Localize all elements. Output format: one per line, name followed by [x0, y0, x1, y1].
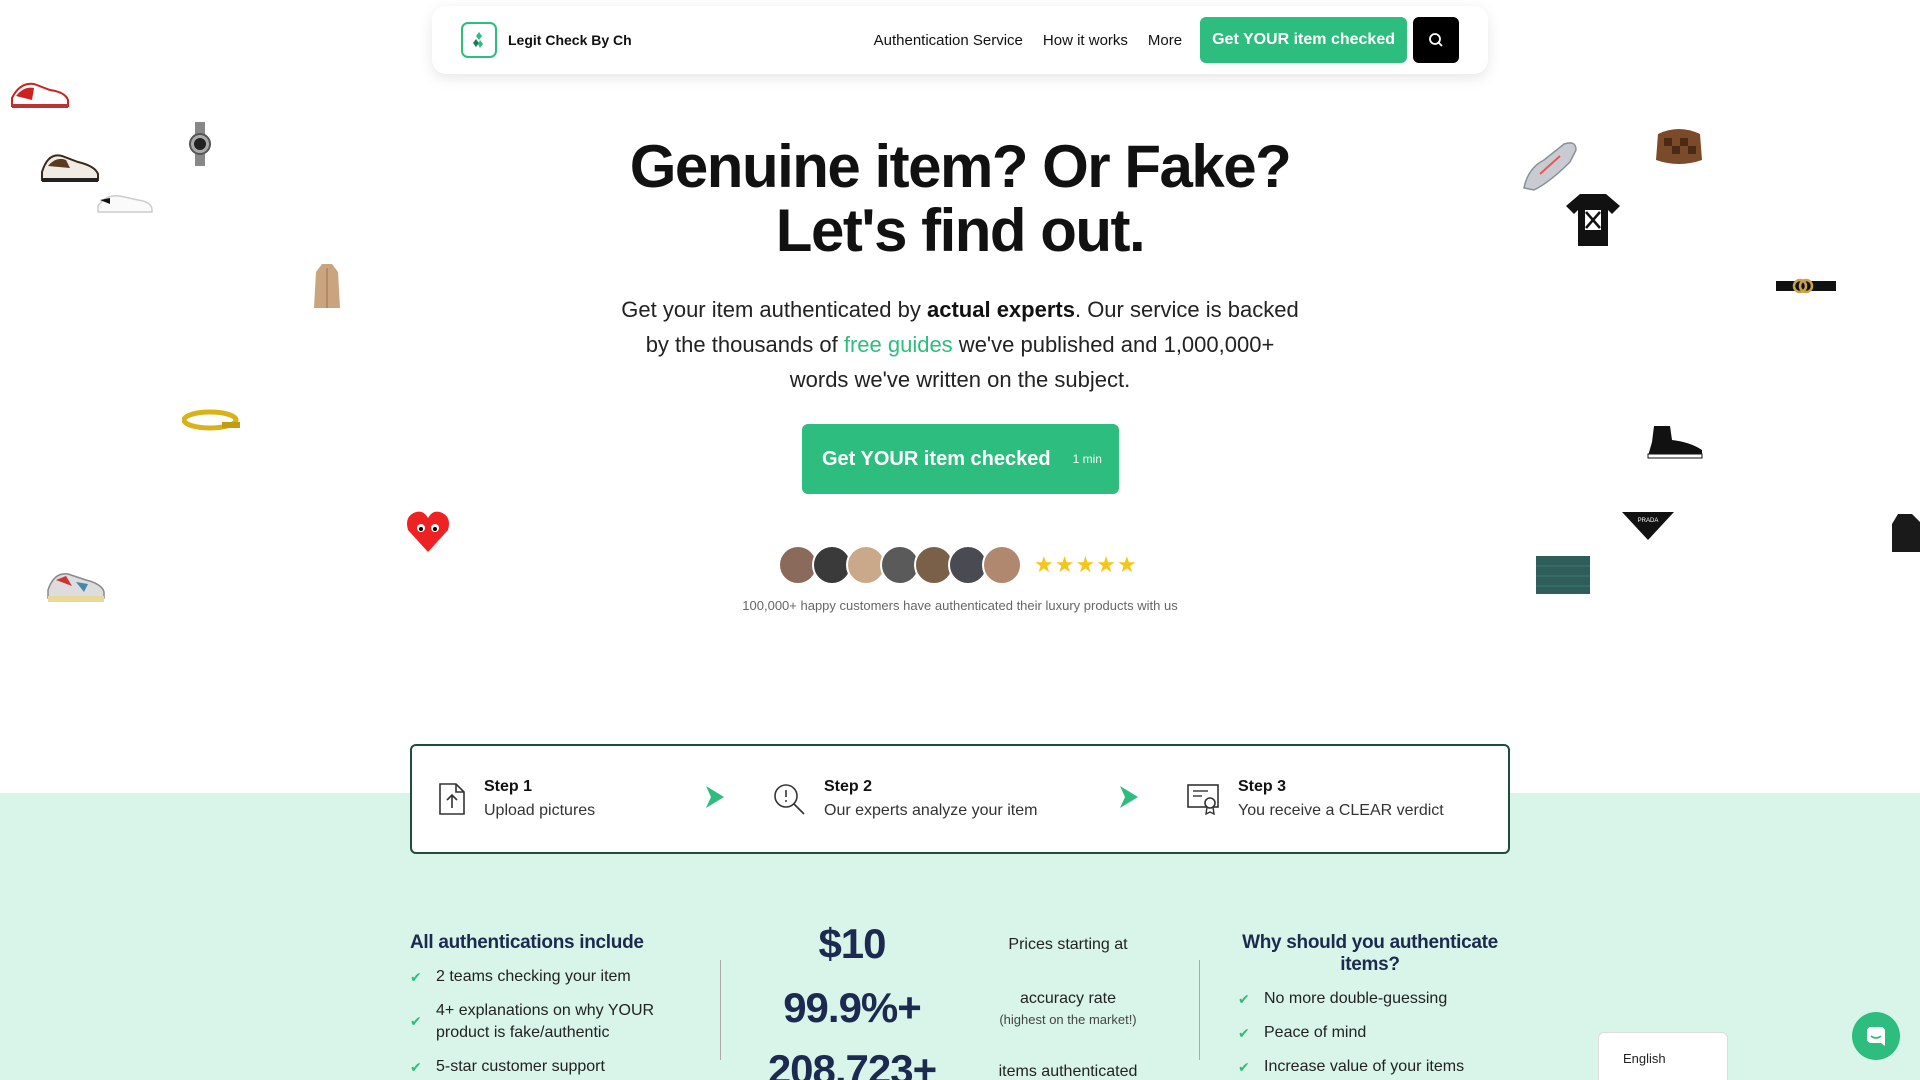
star-icon: ★ — [1075, 552, 1096, 577]
steps-box: Step 1 Upload pictures Step 2 Our expert… — [410, 744, 1510, 854]
nav-link-authentication-service[interactable]: Authentication Service — [874, 32, 1023, 49]
why-column: Why should you authenticate items? ✔ No m… — [1230, 932, 1510, 1078]
sneaker-red-image — [11, 82, 69, 108]
step-1-title: Step 1 — [484, 778, 533, 795]
search-icon — [1429, 33, 1443, 47]
check-icon: ✔ — [1238, 1059, 1250, 1075]
avatar — [982, 545, 1022, 585]
navbar: Legit Check By Ch Authentication Service… — [432, 6, 1488, 74]
includes-item: ✔ 5-star customer support — [410, 1056, 710, 1078]
star-icon: ★ — [1116, 552, 1137, 577]
svg-text:PRADA: PRADA — [1638, 518, 1659, 524]
hero-title: Genuine item? Or Fake? Let's find out. — [560, 135, 1360, 263]
hero-title-line2: Let's find out. — [775, 197, 1146, 264]
monogram-bag-image — [1656, 129, 1702, 164]
nav-link-how-it-works[interactable]: How it works — [1043, 32, 1128, 49]
chevron-right-icon — [706, 786, 724, 808]
heart-logo-image — [407, 511, 449, 552]
includes-item-label: 5-star customer support — [436, 1058, 605, 1075]
step-3: Step 3 You receive a CLEAR verdict — [1186, 746, 1444, 852]
customer-avatars: ★ ★ ★ ★ ★ — [778, 545, 1138, 585]
step-2-desc: Our experts analyze your item — [824, 802, 1038, 819]
sneaker-grey-image — [1523, 142, 1577, 191]
prada-logo-image: PRADA — [1622, 512, 1674, 540]
hero-subtitle: Get your item authenticated by actual ex… — [620, 292, 1300, 397]
nav-link-more[interactable]: More — [1148, 32, 1182, 49]
step-2-text: Step 2 Our experts analyze your item — [824, 778, 1037, 820]
includes-column: All authentications include ✔ 2 teams che… — [410, 932, 710, 1078]
search-button[interactable] — [1413, 17, 1459, 63]
why-item-label: Peace of mind — [1264, 1024, 1367, 1041]
step-2: Step 2 Our experts analyze your item — [772, 746, 1037, 852]
sock-sneaker-image — [1647, 426, 1703, 459]
hero-cta-time: 1 min — [1072, 452, 1102, 466]
coat-image — [314, 264, 340, 308]
logo-diamond-icon[interactable] — [461, 22, 497, 58]
step-2-title: Step 2 — [824, 778, 873, 795]
brand-name[interactable]: Legit Check By Ch — [508, 32, 632, 48]
step-1-desc: Upload pictures — [484, 802, 596, 819]
certificate-icon — [1187, 784, 1219, 815]
rating-stars: ★ ★ ★ ★ ★ — [1034, 552, 1138, 578]
star-icon: ★ — [1034, 552, 1054, 577]
stat-accuracy-value: 99.9%+ — [783, 984, 922, 1031]
check-icon: ✔ — [410, 1059, 422, 1075]
belt-black-image — [1776, 278, 1836, 294]
hero-sub-text-1: Get your item authenticated by — [621, 297, 927, 322]
free-guides-link[interactable]: free guides — [844, 332, 953, 357]
magnifier-icon — [774, 784, 805, 815]
why-item: ✔ Increase value of your items — [1238, 1056, 1510, 1078]
stat-items-value: 208,723+ — [767, 1046, 937, 1080]
nav-get-checked-button[interactable]: Get YOUR item checked — [1200, 17, 1407, 63]
tshirt-image — [1566, 194, 1620, 246]
stat-price-value: $10 — [818, 920, 886, 967]
hero-cta-label: Get YOUR item checked — [822, 447, 1051, 470]
step-1-text: Step 1 Upload pictures — [484, 778, 595, 820]
sneaker-white-image — [97, 194, 153, 213]
hero-get-checked-button[interactable]: Get YOUR item checked 1 min — [802, 424, 1119, 494]
step-3-title: Step 3 — [1238, 778, 1287, 795]
check-icon: ✔ — [410, 1013, 422, 1029]
sneaker-chunky-image — [47, 573, 105, 602]
star-icon: ★ — [1096, 552, 1116, 577]
includes-item-label: 4+ explanations on why YOUR product is f… — [436, 1002, 655, 1041]
green-wallet-image — [1536, 556, 1590, 594]
step-1: Step 1 Upload pictures — [438, 746, 595, 852]
divider — [720, 960, 721, 1060]
chevron-right-icon — [1120, 786, 1138, 808]
includes-title: All authentications include — [410, 932, 644, 953]
hero-sub-bold: actual experts — [927, 297, 1075, 322]
stat-accuracy-note: (highest on the market!) — [999, 1012, 1137, 1027]
step-3-text: Step 3 You receive a CLEAR verdict — [1238, 778, 1444, 820]
includes-item-label: 2 teams checking your item — [436, 968, 631, 985]
upload-file-icon — [439, 783, 465, 815]
check-icon: ✔ — [1238, 1025, 1250, 1041]
watch-image — [189, 122, 211, 166]
divider — [1199, 960, 1200, 1060]
why-item-label: No more double-guessing — [1264, 990, 1448, 1007]
leather-jacket-image — [1892, 514, 1920, 552]
includes-item: ✔ 2 teams checking your item — [410, 966, 710, 988]
belt-yellow-image — [182, 409, 240, 431]
chat-button[interactable] — [1852, 1012, 1900, 1060]
why-item: ✔ Peace of mind — [1238, 1022, 1510, 1044]
why-title: Why should you authenticate items? — [1242, 932, 1498, 975]
stat-accuracy-label: accuracy rate — [1019, 990, 1117, 1007]
check-icon: ✔ — [1238, 991, 1250, 1007]
why-item: ✔ No more double-guessing — [1238, 988, 1510, 1010]
hero-title-line1: Genuine item? Or Fake? — [629, 133, 1292, 200]
includes-item: ✔ 4+ explanations on why YOUR product is … — [410, 1000, 710, 1044]
star-icon: ★ — [1054, 552, 1075, 577]
language-selector[interactable]: English — [1598, 1032, 1728, 1080]
chat-icon — [1867, 1027, 1885, 1046]
why-item-label: Increase value of your items — [1264, 1058, 1465, 1075]
check-icon: ✔ — [410, 969, 422, 985]
nav-links: Authentication Service How it works More… — [874, 17, 1459, 63]
stat-items-label: items authenticated — [998, 1063, 1138, 1080]
stat-price-label: Prices starting at — [1008, 936, 1128, 953]
step-3-desc: You receive a CLEAR verdict — [1238, 802, 1444, 819]
sneaker-brown-image — [41, 154, 99, 182]
happy-customers-text: 100,000+ happy customers have authentica… — [742, 598, 1178, 613]
